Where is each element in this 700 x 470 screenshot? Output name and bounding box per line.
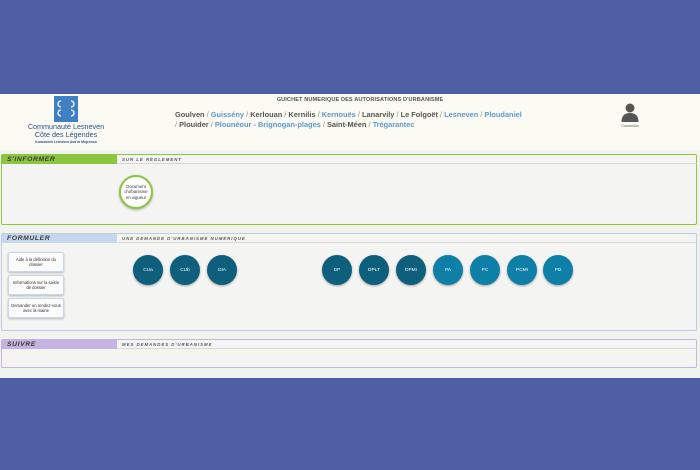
- commune-link[interactable]: Kernilis: [288, 110, 315, 119]
- portal-title: GUICHET NUMERIQUE DES AUTORISATIONS D'UR…: [276, 97, 444, 103]
- request-dpmi-button[interactable]: DPMI: [396, 255, 426, 285]
- request-pc-button[interactable]: PC: [470, 255, 500, 285]
- rendez-vous-button[interactable]: Demander un rendez-vous avec la mairie: [8, 298, 64, 318]
- commune-link[interactable]: Saint-Méen: [327, 120, 366, 129]
- commune-link[interactable]: Trégarantec: [373, 120, 415, 129]
- commune-link[interactable]: Plounéour - Brignogan-plages: [215, 120, 321, 129]
- inform-label: S'INFORMER: [2, 155, 117, 164]
- commune-link[interactable]: Le Folgoët: [401, 110, 438, 119]
- commune-link[interactable]: Goulven: [175, 110, 205, 119]
- logo-icon[interactable]: [54, 96, 78, 122]
- commune-link[interactable]: Kerlouan: [250, 110, 282, 119]
- divider: [117, 242, 697, 243]
- logo-name: Communauté Lesneven Côte des Légendes: [27, 122, 105, 139]
- request-dplt-button[interactable]: DPLT: [359, 255, 389, 285]
- request-pcmi-button[interactable]: PCMI: [507, 255, 537, 285]
- commune-link[interactable]: Guissény: [211, 110, 244, 119]
- request-cub-button[interactable]: CUb: [170, 255, 200, 285]
- request-dia-button[interactable]: DIA: [207, 255, 237, 285]
- communes-list: Goulven / Guissény / Kerlouan / Kernilis…: [175, 110, 525, 131]
- document-urbanisme-button[interactable]: Document d'urbanisme en vigueur: [119, 175, 153, 209]
- form-label: FORMULER: [2, 234, 117, 243]
- logo-subtitle: Kumuniezh Lesneven Aod ar Mojennoù: [35, 140, 97, 144]
- form-section: FORMULER UNE DEMANDE D'URBANISME NUMÉRIQ…: [1, 233, 697, 331]
- user-icon: [621, 103, 639, 122]
- follow-label: SUIVRE: [2, 340, 117, 349]
- commune-link[interactable]: Ploudaniel: [484, 110, 521, 119]
- help-definition-button[interactable]: Aide à la définition du dossier: [8, 252, 64, 272]
- divider: [117, 163, 697, 164]
- divider: [117, 348, 697, 349]
- inform-section: S'INFORMER SUR LE RÈGLEMENT Document d'u…: [1, 154, 697, 225]
- commune-link[interactable]: Lesneven: [444, 110, 478, 119]
- commune-link[interactable]: Plouider: [179, 120, 209, 129]
- info-saisie-button[interactable]: Informations sur la saisie de dossier: [8, 275, 64, 295]
- header: Communauté Lesneven Côte des Légendes Ku…: [0, 94, 700, 150]
- request-pa-button[interactable]: PA: [433, 255, 463, 285]
- request-pd-button[interactable]: PD: [543, 255, 573, 285]
- commune-link[interactable]: Lanarvily: [362, 110, 394, 119]
- commune-link[interactable]: Kernouës: [322, 110, 356, 119]
- request-cua-button[interactable]: CUa: [133, 255, 163, 285]
- login-button[interactable]: Connexion: [612, 102, 648, 128]
- request-dp-button[interactable]: DP: [322, 255, 352, 285]
- login-label: Connexion: [621, 124, 639, 128]
- follow-section: SUIVRE MES DEMANDES D'URBANISME: [1, 339, 697, 368]
